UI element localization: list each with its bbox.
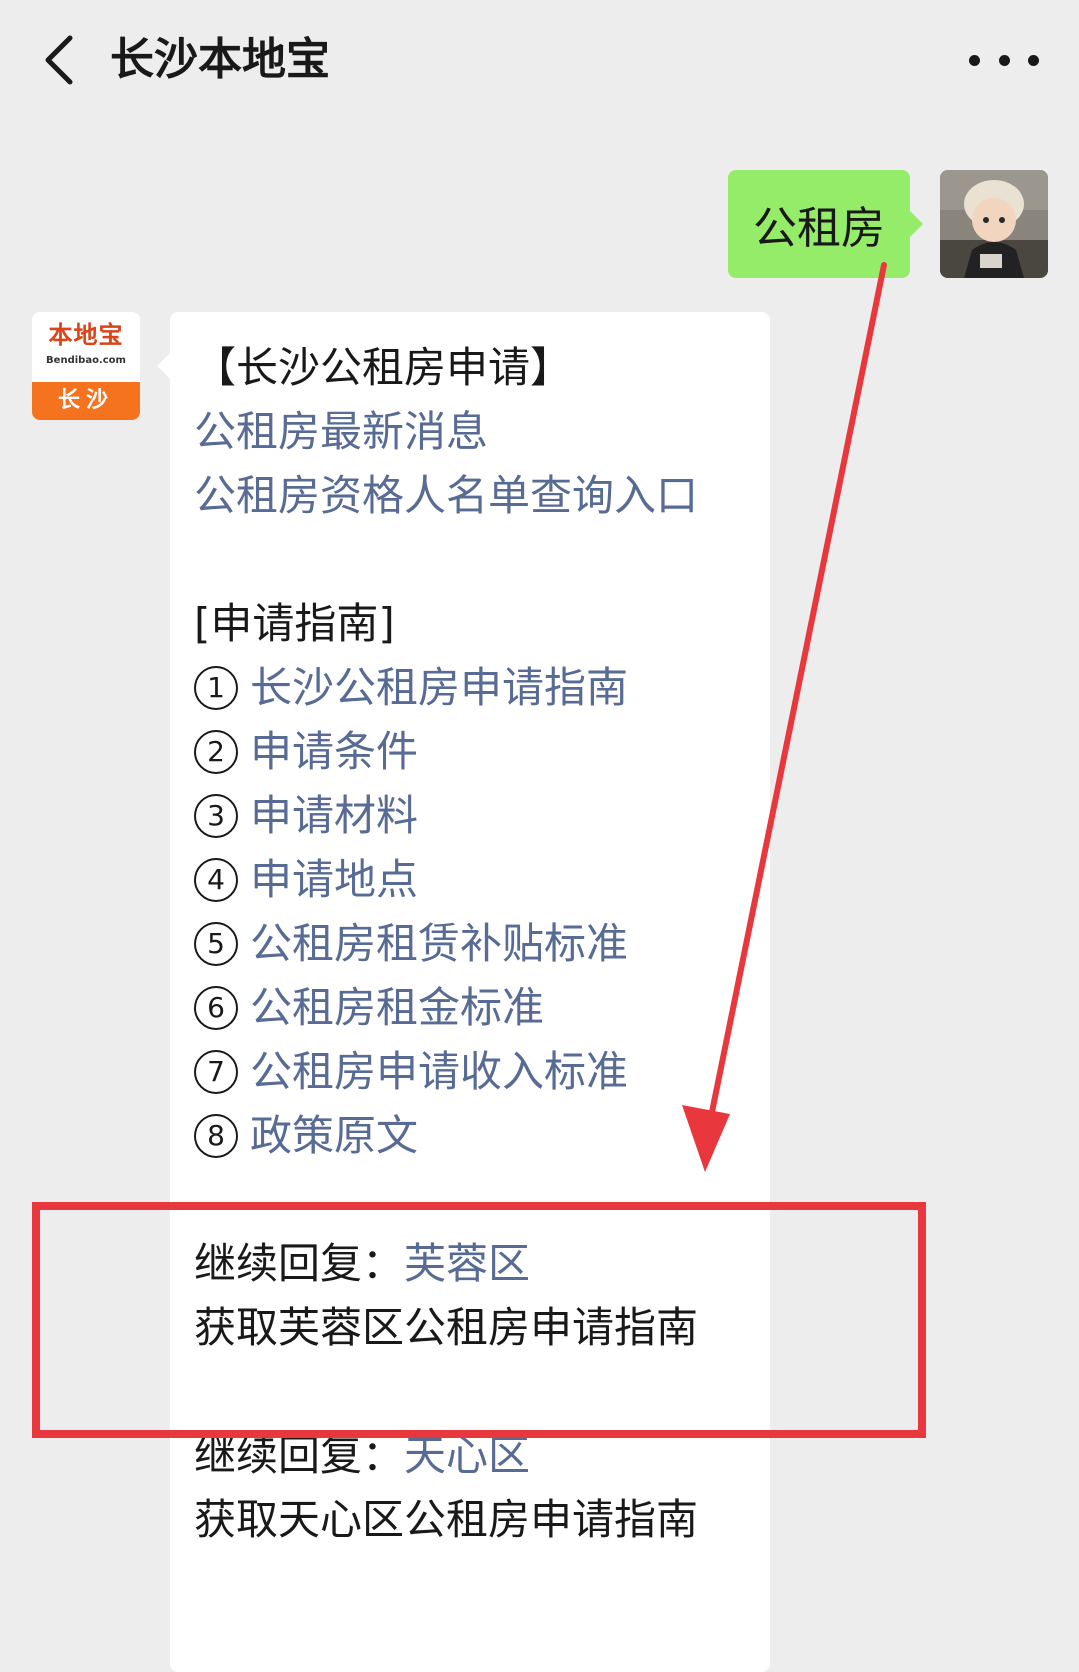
more-dots-icon: [969, 54, 980, 66]
guide-link[interactable]: 长沙公租房申请指南: [250, 663, 628, 712]
district-reply-line: 继续回复：天心区: [194, 1424, 530, 1488]
user-avatar-image: [940, 170, 1048, 278]
district-reply-prefix: 继续回复：: [194, 1239, 405, 1288]
circled-number: 7: [194, 1049, 238, 1094]
guide-item: 6 公租房租金标准: [194, 976, 544, 1040]
guide-item: 8 政策原文: [194, 1104, 418, 1168]
guide-link[interactable]: 申请地点: [250, 855, 418, 904]
account-logo-city: 长沙: [32, 382, 140, 420]
user-avatar[interactable]: [940, 170, 1048, 278]
guide-link[interactable]: 公租房租赁补贴标准: [250, 919, 628, 968]
district-reply-prefix: 继续回复：: [194, 1431, 405, 1480]
guide-link[interactable]: 申请材料: [250, 791, 418, 840]
guide-item: 4 申请地点: [194, 848, 418, 912]
district-description: 获取芙蓉区公租房申请指南: [194, 1303, 699, 1352]
user-message-bubble[interactable]: 公租房: [728, 170, 923, 278]
account-logo: 本地宝: [48, 321, 124, 349]
district-reply-line: 继续回复：芙蓉区: [194, 1232, 530, 1296]
circled-number: 2: [194, 729, 238, 774]
guide-link[interactable]: 申请条件: [250, 727, 418, 776]
guide-link[interactable]: 公租房申请收入标准: [250, 1047, 628, 1096]
user-message-text: 公租房: [753, 203, 885, 254]
page-title: 长沙本地宝: [110, 34, 330, 85]
district-keyword-tianxin[interactable]: 天心区: [404, 1431, 530, 1480]
account-avatar[interactable]: 本地宝 Bendibao.com 长沙: [32, 312, 140, 420]
guide-item: 1 长沙公租房申请指南: [194, 656, 628, 720]
circled-number: 3: [194, 793, 238, 838]
guide-item: 3 申请材料: [194, 784, 418, 848]
link-eligible-list-query[interactable]: 公租房资格人名单查询入口: [194, 464, 698, 528]
circled-number: 6: [194, 985, 238, 1030]
link-latest-news[interactable]: 公租房最新消息: [194, 400, 488, 464]
guide-heading: [申请指南]: [194, 599, 395, 648]
logo-top: 本地宝 Bendibao.com: [32, 312, 140, 382]
more-dots-icon: [998, 54, 1010, 66]
guide-link[interactable]: 政策原文: [250, 1111, 418, 1160]
more-dots-icon: [1028, 54, 1039, 66]
account-logo-site: Bendibao.com: [46, 355, 126, 366]
guide-link[interactable]: 公租房租金标准: [250, 983, 544, 1032]
reply-heading: 【长沙公租房申请】: [194, 343, 573, 392]
reply-message-bubble: 【长沙公租房申请】 公租房最新消息 公租房资格人名单查询入口 [申请指南] 1长…: [157, 312, 770, 1672]
guide-item: 5 公租房租赁补贴标准: [194, 912, 628, 976]
back-button[interactable]: [30, 24, 86, 96]
chevron-left-icon: [45, 35, 73, 85]
circled-number: 1: [194, 665, 238, 710]
circled-number: 8: [194, 1113, 238, 1158]
district-keyword-furong[interactable]: 芙蓉区: [404, 1239, 530, 1288]
nav-bar: 长沙本地宝: [0, 0, 1079, 120]
guide-item: 2 申请条件: [194, 720, 418, 784]
district-description: 获取天心区公租房申请指南: [194, 1495, 699, 1544]
guide-item: 7 公租房申请收入标准: [194, 1040, 628, 1104]
circled-number: 4: [194, 857, 238, 902]
more-button[interactable]: [969, 30, 1039, 90]
circled-number: 5: [194, 921, 238, 966]
